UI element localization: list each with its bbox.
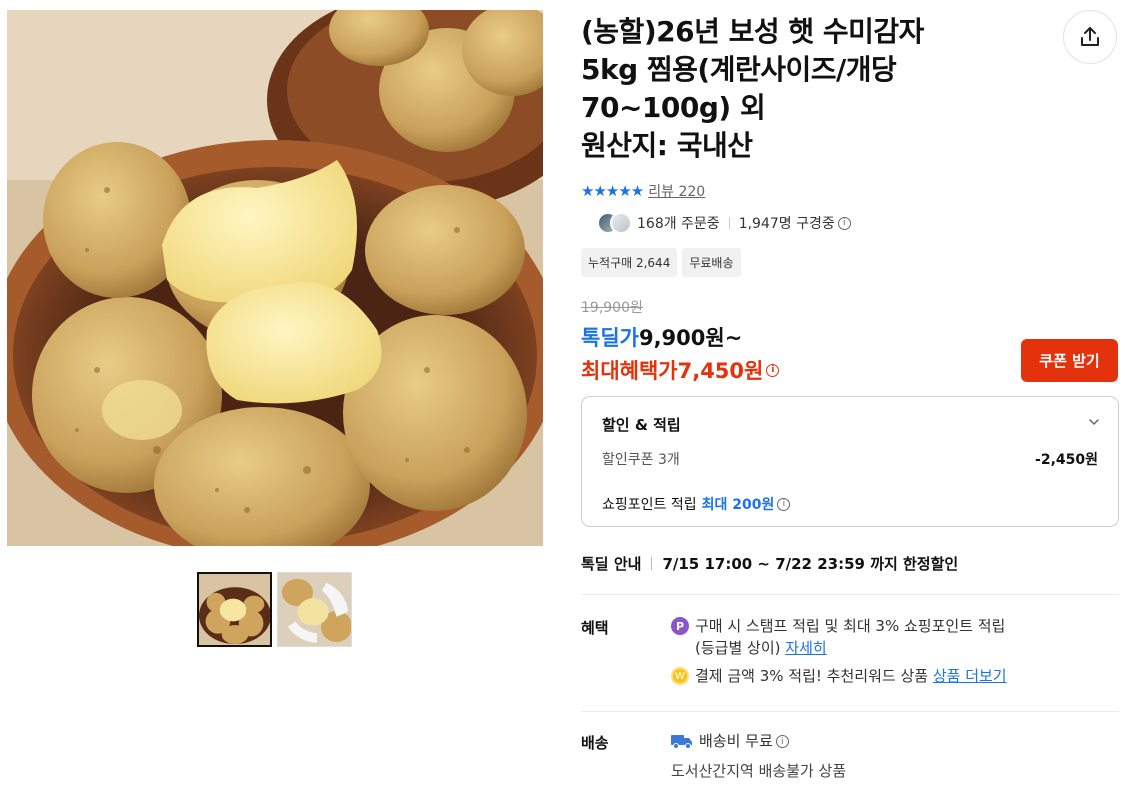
- discount-benefit-box[interactable]: 할인 & 적립 할인쿠폰 3개 -2,450원 쇼핑포인트 적립 최대 200원…: [581, 396, 1119, 527]
- viewers-count: 1,947명 구경중: [738, 216, 835, 232]
- get-coupon-button[interactable]: 쿠폰 받기: [1021, 339, 1118, 382]
- deal-price-label: 톡딜가: [581, 326, 639, 350]
- deal-info-period: 7/15 17:00 ~ 7/22 23:59 까지 한정할인: [662, 555, 959, 573]
- benefit-stamp-desc: 구매 시 스탬프 적립 및 최대 3% 쇼핑포인트 적립: [695, 617, 1006, 635]
- order-status-row: 168개 주문중 1,947명 구경중 i: [597, 212, 851, 234]
- thumbnail-1[interactable]: [197, 572, 272, 647]
- benefit-stamp-line: P 구매 시 스탬프 적립 및 최대 3% 쇼핑포인트 적립 (등급별 상이) …: [671, 615, 1005, 659]
- title-line-1: (농할)26년 보성 햇 수미감자: [581, 15, 924, 48]
- thumbnail-potato-bowl: [199, 574, 270, 645]
- truck-icon: [671, 735, 692, 749]
- shipping-note: 도서산간지역 배송불가 상품: [671, 762, 847, 780]
- max-price-value: 7,450원: [677, 359, 764, 383]
- chevron-down-icon[interactable]: [1087, 415, 1101, 429]
- rating-stars: ★★★★★: [581, 182, 644, 200]
- benefit-reward-line: W 결제 금액 3% 적립! 추천리워드 상품 상품 더보기: [671, 665, 1007, 687]
- benefit-reward-text: 결제 금액 3% 적립! 추천리워드 상품 상품 더보기: [695, 665, 1007, 687]
- share-icon: [1081, 27, 1099, 46]
- more-products-link[interactable]: 상품 더보기: [933, 667, 1007, 685]
- info-icon[interactable]: i: [775, 735, 789, 748]
- potato-photo: [7, 10, 543, 546]
- title-line-3: 70~100g) 외: [581, 91, 766, 124]
- point-label: 쇼핑포인트 적립: [602, 497, 697, 513]
- details-link[interactable]: 자세히: [785, 639, 826, 657]
- coin-icon: W: [671, 667, 689, 685]
- coupon-discount-value: -2,450원: [1035, 452, 1098, 468]
- deal-price: 톡딜가9,900원~: [581, 322, 742, 352]
- shipping-fee-line: 배송비 무료 i: [671, 730, 789, 752]
- divider: [581, 594, 1119, 595]
- thumbnail-potato-hands: [278, 573, 351, 646]
- thumbnail-2[interactable]: [277, 572, 352, 647]
- rating-row: ★★★★★ 리뷰 220: [581, 181, 705, 201]
- title-origin: 원산지: 국내산: [581, 129, 753, 162]
- info-icon[interactable]: i: [837, 216, 851, 230]
- point-p-icon: P: [671, 617, 689, 635]
- product-main-image[interactable]: [7, 10, 543, 546]
- deal-price-value: 9,900원~: [638, 326, 743, 350]
- tag-list: 누적구매 2,644 무료배송: [581, 248, 741, 277]
- deal-info-row: 톡딜 안내 7/15 17:00 ~ 7/22 23:59 까지 한정할인: [581, 553, 958, 574]
- shipping-fee-text: 배송비 무료: [699, 732, 773, 750]
- buyer-avatars: [597, 212, 632, 234]
- benefit-box-title: 할인 & 적립: [602, 416, 681, 434]
- point-value: 최대 200원: [701, 497, 775, 513]
- original-price: 19,900원: [581, 300, 643, 316]
- max-price-label: 최대혜택가: [581, 359, 678, 383]
- benefit-reward-desc: 결제 금액 3% 적립! 추천리워드 상품: [695, 667, 929, 685]
- avatar: [610, 212, 632, 234]
- benefit-stamp-note: (등급별 상이): [695, 639, 781, 657]
- tag-free-shipping: 무료배송: [682, 248, 741, 277]
- info-icon[interactable]: i: [777, 497, 791, 511]
- benefits-label: 혜택: [581, 619, 609, 637]
- point-row: 쇼핑포인트 적립 최대 200원 i: [602, 494, 791, 514]
- divider: [651, 557, 653, 570]
- coupon-count-label: 할인쿠폰 3개: [602, 452, 680, 468]
- benefit-stamp-text: 구매 시 스탬프 적립 및 최대 3% 쇼핑포인트 적립 (등급별 상이) 자세…: [695, 615, 1005, 659]
- divider: [581, 711, 1119, 712]
- review-link[interactable]: 리뷰 220: [648, 181, 705, 201]
- max-benefit-price: 최대혜택가 7,450원 i: [581, 355, 780, 385]
- title-line-2: 5kg 찜용(계란사이즈/개당: [581, 53, 897, 86]
- product-title: (농할)26년 보성 햇 수미감자 5kg 찜용(계란사이즈/개당 70~100…: [581, 13, 1051, 165]
- shipping-label: 배송: [581, 734, 609, 752]
- tag-cumulative-purchases: 누적구매 2,644: [581, 248, 678, 277]
- deal-info-label: 톡딜 안내: [581, 555, 642, 573]
- orders-count: 168개 주문중: [637, 216, 720, 232]
- divider: [728, 217, 730, 229]
- thumbnail-list: [197, 572, 352, 647]
- info-icon[interactable]: i: [766, 363, 780, 377]
- share-button[interactable]: [1063, 10, 1117, 64]
